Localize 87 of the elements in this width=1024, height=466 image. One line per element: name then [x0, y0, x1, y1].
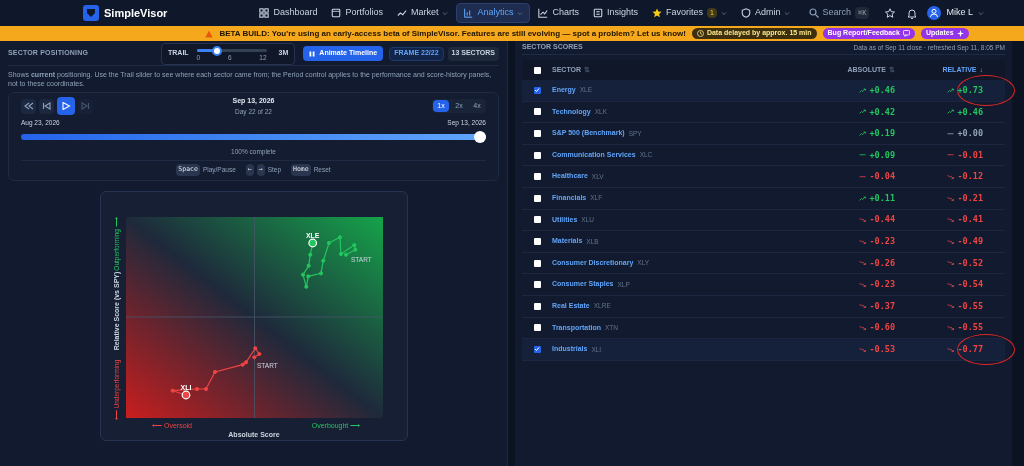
brand-name[interactable]: SimpleVisor [104, 4, 168, 22]
shield-logo-icon [83, 5, 99, 21]
folder-icon [331, 8, 342, 18]
caret-icon [978, 10, 984, 16]
search-icon [808, 8, 819, 18]
newspaper-icon [593, 8, 603, 18]
score-value: -0.23 [869, 235, 895, 248]
timeline-thumb[interactable] [474, 131, 486, 143]
rewind-button[interactable] [21, 98, 36, 114]
score-value: +0.19 [869, 127, 895, 140]
score-value: -0.12 [957, 170, 983, 184]
clock-icon [696, 30, 704, 37]
score-value: -0.55 [957, 299, 983, 313]
nav-menu-item[interactable]: Insights [587, 3, 645, 23]
nav-menu-item[interactable]: Portfolios [325, 3, 389, 23]
checkbox[interactable] [533, 216, 541, 224]
line-chart-icon [538, 8, 549, 18]
nav-menu-item[interactable]: Analytics [456, 3, 531, 23]
score-value: +0.73 [957, 83, 983, 97]
score-value: -0.37 [869, 299, 895, 313]
sparkle-icon [956, 30, 964, 37]
checkbox[interactable] [533, 86, 541, 94]
checkbox[interactable] [533, 173, 541, 181]
score-value: -0.49 [957, 235, 983, 248]
checkbox[interactable] [533, 66, 541, 74]
score-value: -0.77 [957, 343, 983, 356]
checkbox[interactable] [533, 194, 541, 202]
user-menu[interactable]: Mike L [927, 6, 984, 20]
rewind-icon [23, 102, 34, 111]
checkbox[interactable] [533, 237, 541, 245]
score-value: -0.04 [869, 170, 895, 184]
score-value: -0.53 [869, 343, 895, 356]
sector-position-marker[interactable] [307, 238, 317, 247]
checkbox[interactable] [533, 302, 541, 310]
trend-icon [396, 8, 407, 18]
checkbox[interactable] [533, 151, 541, 159]
bar-chart-icon [463, 8, 474, 18]
nav-menu-item[interactable]: Dashboard [253, 3, 324, 23]
score-value: -0.55 [957, 321, 983, 335]
avatar-icon [927, 6, 942, 20]
score-value: -0.52 [957, 256, 983, 270]
caret-icon [720, 10, 727, 16]
score-value: -0.44 [869, 213, 895, 227]
score-value: -0.41 [957, 213, 983, 227]
caret-icon [442, 10, 449, 16]
nav-menu-item[interactable]: Charts [532, 3, 585, 23]
score-value: -0.54 [957, 278, 983, 291]
score-value: +0.46 [869, 83, 895, 97]
score-value: +0.00 [957, 127, 983, 140]
skip-back-icon [41, 102, 52, 111]
warning-icon [205, 29, 214, 38]
play-icon [61, 102, 71, 111]
checkbox[interactable] [533, 324, 541, 332]
nav-menu-item[interactable]: Admin [734, 3, 797, 23]
caret-icon [784, 10, 791, 16]
checkbox[interactable] [533, 281, 541, 289]
score-value: -0.60 [869, 321, 895, 335]
score-value: +0.46 [957, 105, 983, 119]
checkmark-icon [534, 87, 540, 94]
slider-thumb[interactable] [211, 45, 222, 56]
banner-message: BETA BUILD: You're using an early-access beta of SimpleVisor. Features are still evolving — spot a problem? Let us know! [219, 27, 686, 40]
score-value: +0.11 [869, 191, 895, 205]
checkbox[interactable] [533, 259, 541, 267]
score-value: -0.23 [869, 278, 895, 291]
play-button[interactable] [57, 97, 75, 116]
chat-icon [902, 30, 910, 37]
sector-position-marker[interactable] [181, 390, 190, 399]
grid-icon [259, 8, 270, 18]
checkbox[interactable] [533, 130, 541, 137]
nav-menu-item[interactable]: Market [390, 3, 455, 23]
star-icon[interactable] [885, 8, 896, 18]
pause-icon [309, 50, 316, 57]
score-value: +0.42 [869, 105, 895, 119]
checkmark-icon [534, 346, 540, 353]
bell-icon[interactable] [907, 7, 918, 19]
skip-forward-icon [80, 102, 91, 111]
score-value: -0.26 [869, 256, 895, 270]
back-button[interactable] [39, 98, 54, 114]
timeline-slider[interactable] [21, 131, 486, 143]
checkbox[interactable] [533, 345, 541, 353]
score-value: -0.21 [957, 191, 983, 205]
caret-icon [517, 10, 524, 16]
checkbox[interactable] [533, 108, 541, 116]
star-icon [652, 8, 663, 18]
shield-icon [740, 8, 751, 18]
score-value: -0.01 [957, 148, 983, 162]
score-value: +0.09 [869, 148, 895, 162]
